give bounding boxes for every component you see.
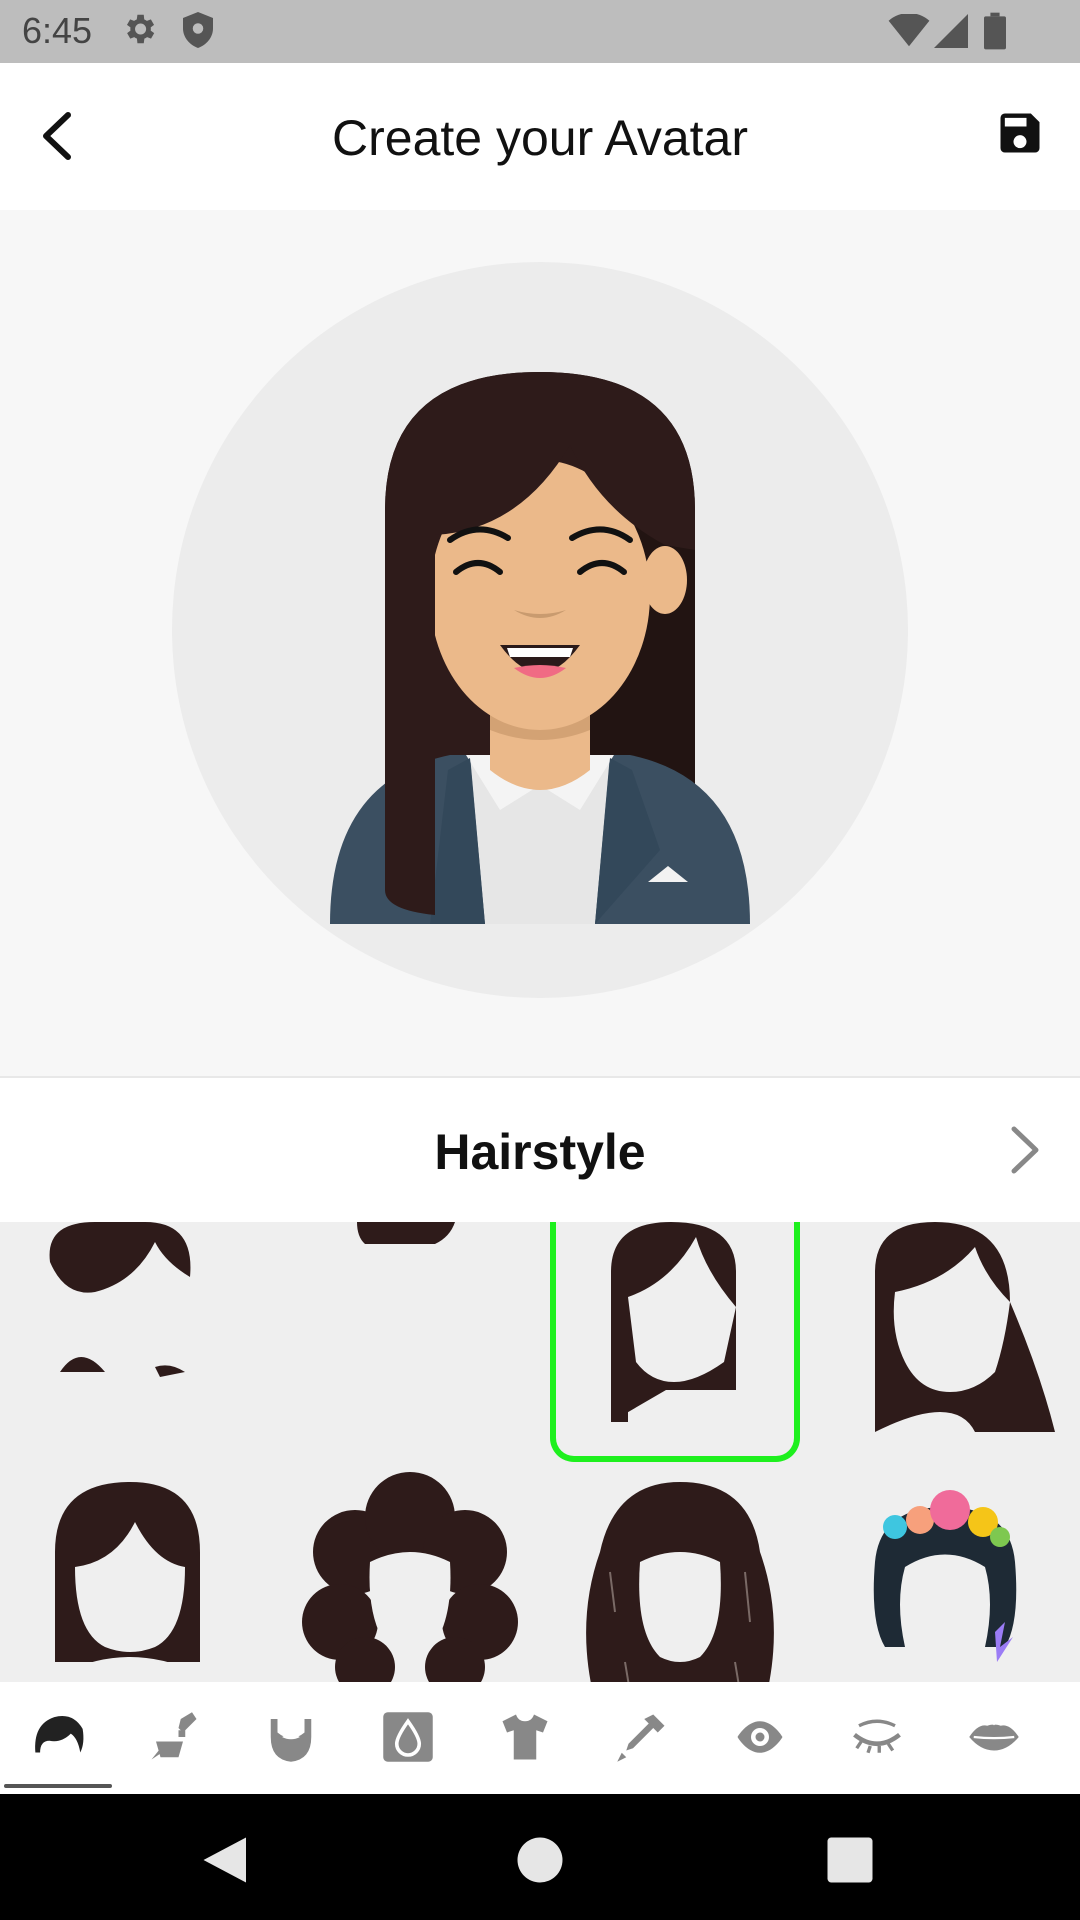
category-header: Hairstyle bbox=[0, 1078, 1080, 1222]
save-icon[interactable] bbox=[994, 107, 1046, 159]
status-time: 6:45 bbox=[22, 10, 93, 51]
app-bar: Create your Avatar bbox=[0, 63, 1080, 210]
wifi-icon bbox=[888, 13, 930, 53]
shield-icon bbox=[180, 10, 216, 55]
hairstyle-grid bbox=[0, 1222, 1080, 1682]
eyelash-icon bbox=[853, 1719, 901, 1754]
active-tab-indicator bbox=[4, 1784, 112, 1788]
hairstyle-option-flower-crown[interactable] bbox=[835, 1472, 1080, 1682]
eye-icon bbox=[737, 1721, 783, 1753]
lips-icon bbox=[969, 1724, 1019, 1751]
tab-eyelashes[interactable] bbox=[819, 1682, 936, 1794]
hairstyle-option-long-side-part[interactable] bbox=[835, 1222, 1080, 1462]
hairstyle-option-short-bangs[interactable] bbox=[5, 1222, 255, 1462]
tab-hair[interactable] bbox=[0, 1682, 117, 1794]
hairstyle-option-curly-afro[interactable] bbox=[285, 1472, 535, 1682]
tab-shirt[interactable] bbox=[468, 1682, 585, 1794]
home-circle-icon[interactable] bbox=[510, 1830, 570, 1890]
clothing-color-icon bbox=[617, 1714, 665, 1762]
hairstyle-option-long-straight[interactable] bbox=[550, 1222, 800, 1462]
battery-icon bbox=[984, 12, 1006, 55]
signal-icon bbox=[934, 14, 968, 53]
tab-skin-tone[interactable] bbox=[351, 1682, 468, 1794]
tab-hair-color[interactable] bbox=[117, 1682, 234, 1794]
tab-clothing-color[interactable] bbox=[585, 1682, 702, 1794]
shirt-icon bbox=[502, 1714, 548, 1760]
system-nav-bar bbox=[0, 1794, 1080, 1920]
hair-icon bbox=[35, 1716, 84, 1753]
recents-square-icon[interactable] bbox=[820, 1830, 880, 1890]
category-title: Hairstyle bbox=[434, 1124, 646, 1180]
hairstyle-option-bob[interactable] bbox=[5, 1472, 255, 1682]
tab-beard[interactable] bbox=[234, 1682, 351, 1794]
gear-icon bbox=[120, 10, 158, 53]
beard-icon bbox=[270, 1719, 312, 1762]
avatar-preview-area bbox=[0, 210, 1080, 1076]
hairstyle-option-long-wavy[interactable] bbox=[555, 1472, 805, 1682]
status-bar: 6:45 bbox=[0, 0, 1080, 63]
avatar-preview bbox=[172, 262, 908, 998]
skin-tone-icon bbox=[383, 1712, 433, 1762]
chevron-right-icon[interactable] bbox=[1004, 1123, 1044, 1177]
tab-lips[interactable] bbox=[936, 1682, 1053, 1794]
hair-color-icon bbox=[151, 1712, 197, 1760]
tab-eyes[interactable] bbox=[702, 1682, 819, 1794]
hairstyle-option-buzz[interactable] bbox=[275, 1222, 525, 1462]
page-title: Create your Avatar bbox=[332, 110, 748, 166]
back-triangle-icon[interactable] bbox=[196, 1830, 256, 1890]
category-tab-bar bbox=[0, 1682, 1080, 1794]
